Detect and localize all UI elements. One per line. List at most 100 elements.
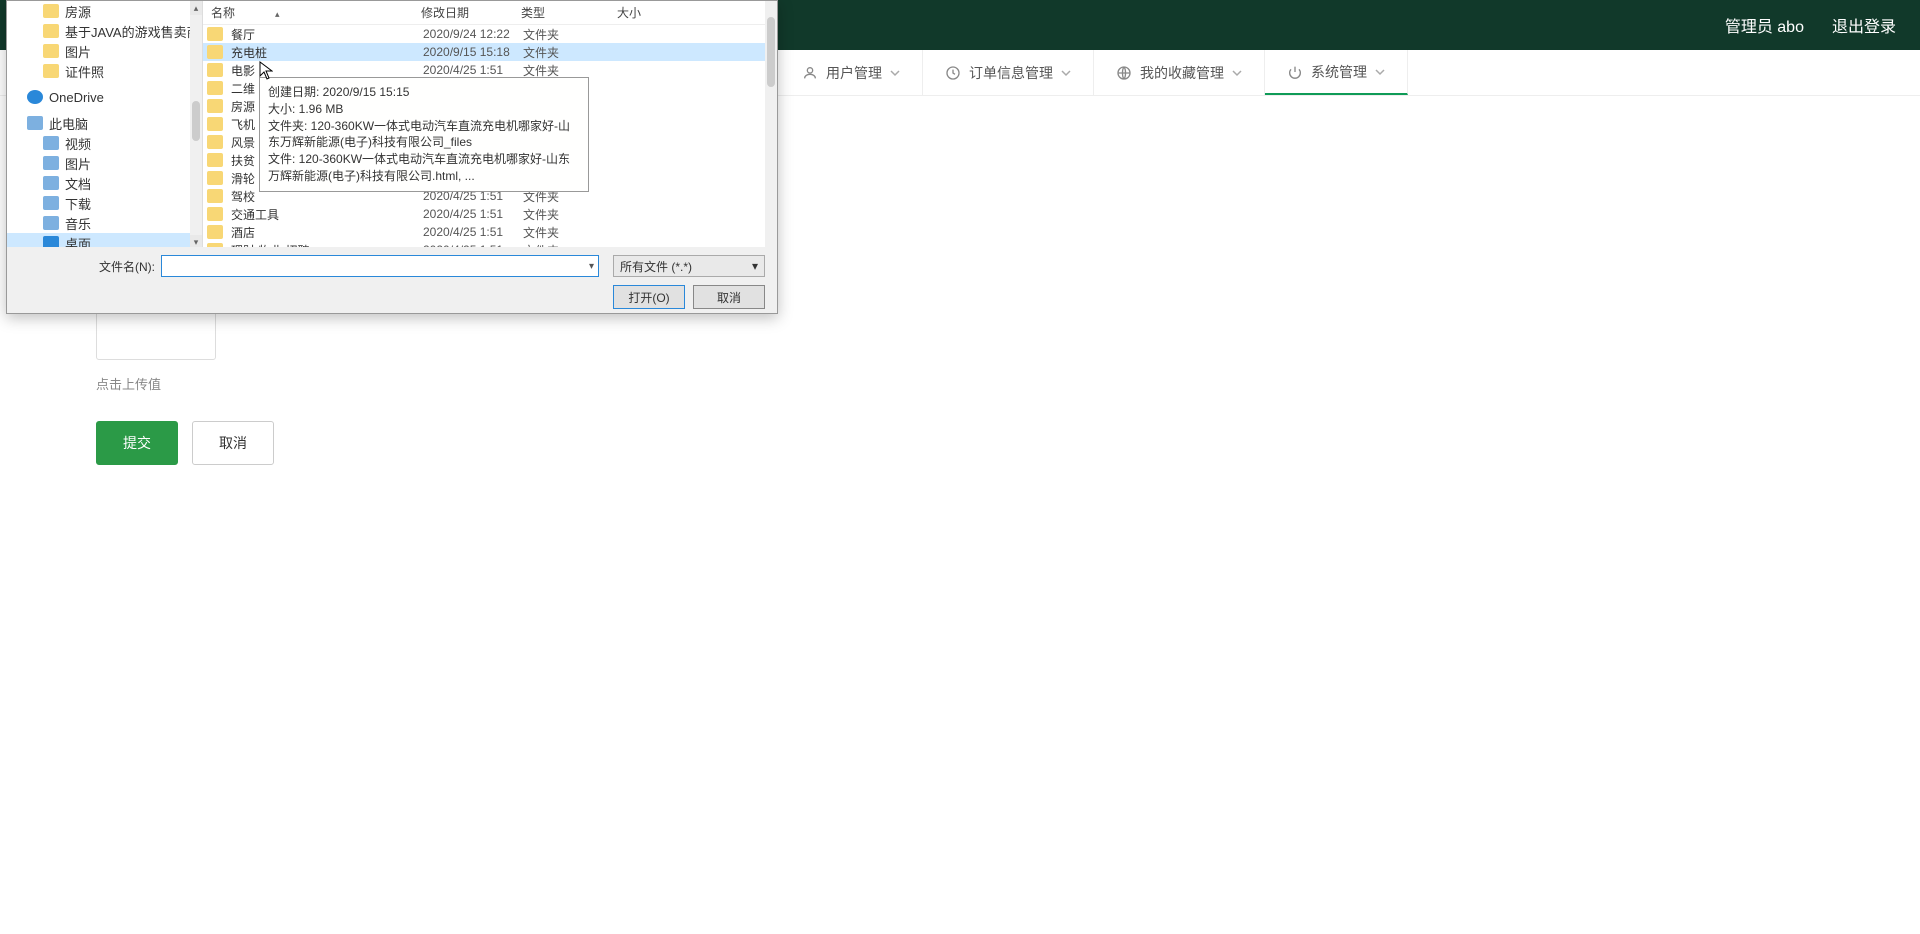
folder-icon <box>207 27 223 41</box>
tree-item-label: 证件照 <box>65 62 104 81</box>
file-date: 2020/9/15 15:18 <box>423 45 523 59</box>
folder-icon <box>207 99 223 113</box>
scroll-up-icon[interactable]: ▴ <box>190 1 202 15</box>
menu-label: 系统管理 <box>1311 62 1367 82</box>
open-button[interactable]: 打开(O) <box>613 285 685 309</box>
logout-link[interactable]: 退出登录 <box>1832 13 1896 37</box>
tree-item[interactable]: 证件照 <box>7 61 202 81</box>
file-name: 交通工具 <box>231 206 423 223</box>
tree-item-label: 文档 <box>65 174 91 193</box>
folder-icon <box>207 81 223 95</box>
upload-dropzone[interactable] <box>96 310 216 360</box>
file-name: 酒店 <box>231 224 423 241</box>
tree-item[interactable]: 音乐 <box>7 213 202 233</box>
file-row[interactable]: 交通工具2020/4/25 1:51文件夹 <box>203 205 777 223</box>
tree-item-label: 图片 <box>65 154 91 173</box>
scroll-thumb[interactable] <box>767 17 775 87</box>
doc-icon <box>43 176 59 190</box>
chevron-down-icon <box>1061 68 1071 78</box>
file-type: 文件夹 <box>523 62 619 79</box>
tooltip-size: 大小: 1.96 MB <box>268 101 580 118</box>
file-open-dialog: 房源基于JAVA的游戏售卖商城网站图片证件照OneDrive此电脑视频图片文档下… <box>6 0 778 314</box>
power-icon <box>1287 64 1303 80</box>
file-type: 文件夹 <box>523 224 619 241</box>
folder-icon <box>207 45 223 59</box>
tree-item[interactable]: 基于JAVA的游戏售卖商城网站 <box>7 21 202 41</box>
folder-icon <box>43 4 59 18</box>
folder-icon <box>207 135 223 149</box>
chevron-down-icon[interactable]: ▾ <box>589 261 594 272</box>
user-icon <box>802 65 818 81</box>
menu-label: 订单信息管理 <box>969 63 1053 83</box>
filetype-select[interactable]: 所有文件 (*.*) ▾ <box>613 255 765 277</box>
menu-order-manage[interactable]: 订单信息管理 <box>923 50 1094 95</box>
dialog-cancel-button[interactable]: 取消 <box>693 285 765 309</box>
folder-icon <box>207 207 223 221</box>
video-icon <box>43 136 59 150</box>
file-name: 充电桩 <box>231 44 423 61</box>
folder-icon <box>207 153 223 167</box>
tree-item-label: 图片 <box>65 42 91 61</box>
list-header: 名称▴ 修改日期 类型 大小 <box>203 1 777 25</box>
upload-hint: 点击上传值 <box>96 374 1896 393</box>
tree-item-label: 基于JAVA的游戏售卖商城网站 <box>65 22 202 41</box>
chevron-down-icon <box>1232 68 1242 78</box>
pic-icon <box>43 156 59 170</box>
folder-icon <box>43 24 59 38</box>
file-row[interactable]: 充电桩2020/9/15 15:18文件夹 <box>203 43 777 61</box>
file-date: 2020/9/24 12:22 <box>423 27 523 41</box>
file-type: 文件夹 <box>523 206 619 223</box>
tooltip-folders: 文件夹: 120-360KW一体式电动汽车直流充电机哪家好-山东万辉新能源(电子… <box>268 118 580 152</box>
menu-label: 用户管理 <box>826 63 882 83</box>
file-type: 文件夹 <box>523 44 619 61</box>
folder-icon <box>207 171 223 185</box>
folder-icon <box>207 225 223 239</box>
col-name[interactable]: 名称▴ <box>203 4 413 21</box>
file-row[interactable]: 酒店2020/4/25 1:51文件夹 <box>203 223 777 241</box>
tree-item-label: 房源 <box>65 2 91 21</box>
folder-icon <box>207 63 223 77</box>
chevron-down-icon <box>890 68 900 78</box>
file-date: 2020/4/25 1:51 <box>423 63 523 77</box>
tree-item-label: 音乐 <box>65 214 91 233</box>
col-type[interactable]: 类型 <box>513 4 609 21</box>
file-name: 餐厅 <box>231 26 423 43</box>
tree-item[interactable]: 此电脑 <box>7 113 202 133</box>
menu-fav-manage[interactable]: 我的收藏管理 <box>1094 50 1265 95</box>
chevron-down-icon <box>1375 67 1385 77</box>
tree-item-label: OneDrive <box>49 90 104 105</box>
col-size[interactable]: 大小 <box>609 4 669 21</box>
file-name: 电影 <box>231 62 423 79</box>
filetype-value: 所有文件 (*.*) <box>620 258 692 275</box>
scroll-thumb[interactable] <box>192 101 200 141</box>
folder-icon <box>43 64 59 78</box>
tree-item[interactable]: 房源 <box>7 1 202 21</box>
file-date: 2020/4/25 1:51 <box>423 225 523 239</box>
pc-icon <box>27 116 43 130</box>
sort-asc-icon: ▴ <box>275 9 280 20</box>
menu-system-manage[interactable]: 系统管理 <box>1265 50 1408 95</box>
tree-item[interactable]: 下载 <box>7 193 202 213</box>
col-date[interactable]: 修改日期 <box>413 4 513 21</box>
folder-tooltip: 创建日期: 2020/9/15 15:15 大小: 1.96 MB 文件夹: 1… <box>259 77 589 192</box>
menu-user-manage[interactable]: 用户管理 <box>780 50 923 95</box>
dialog-bottom: 文件名(N): ▾ 所有文件 (*.*) ▾ 打开(O) 取消 <box>7 247 777 313</box>
submit-button[interactable]: 提交 <box>96 421 178 465</box>
tree-item[interactable]: 图片 <box>7 41 202 61</box>
cancel-button[interactable]: 取消 <box>192 421 274 465</box>
tooltip-files: 文件: 120-360KW一体式电动汽车直流充电机哪家好-山东万辉新能源(电子)… <box>268 151 580 185</box>
admin-label[interactable]: 管理员 abo <box>1725 13 1804 37</box>
filename-input[interactable]: ▾ <box>161 255 599 277</box>
tree-item[interactable]: 图片 <box>7 153 202 173</box>
list-scrollbar[interactable] <box>765 1 777 249</box>
tree-item-label: 此电脑 <box>49 114 88 133</box>
chevron-down-icon: ▾ <box>752 259 758 273</box>
tree-item[interactable]: OneDrive <box>7 87 202 107</box>
tree-item[interactable]: 视频 <box>7 133 202 153</box>
file-type: 文件夹 <box>523 26 619 43</box>
file-row[interactable]: 餐厅2020/9/24 12:22文件夹 <box>203 25 777 43</box>
folder-icon <box>43 44 59 58</box>
folder-tree: 房源基于JAVA的游戏售卖商城网站图片证件照OneDrive此电脑视频图片文档下… <box>7 1 203 249</box>
tree-scrollbar[interactable]: ▴ ▾ <box>190 1 202 249</box>
tree-item[interactable]: 文档 <box>7 173 202 193</box>
